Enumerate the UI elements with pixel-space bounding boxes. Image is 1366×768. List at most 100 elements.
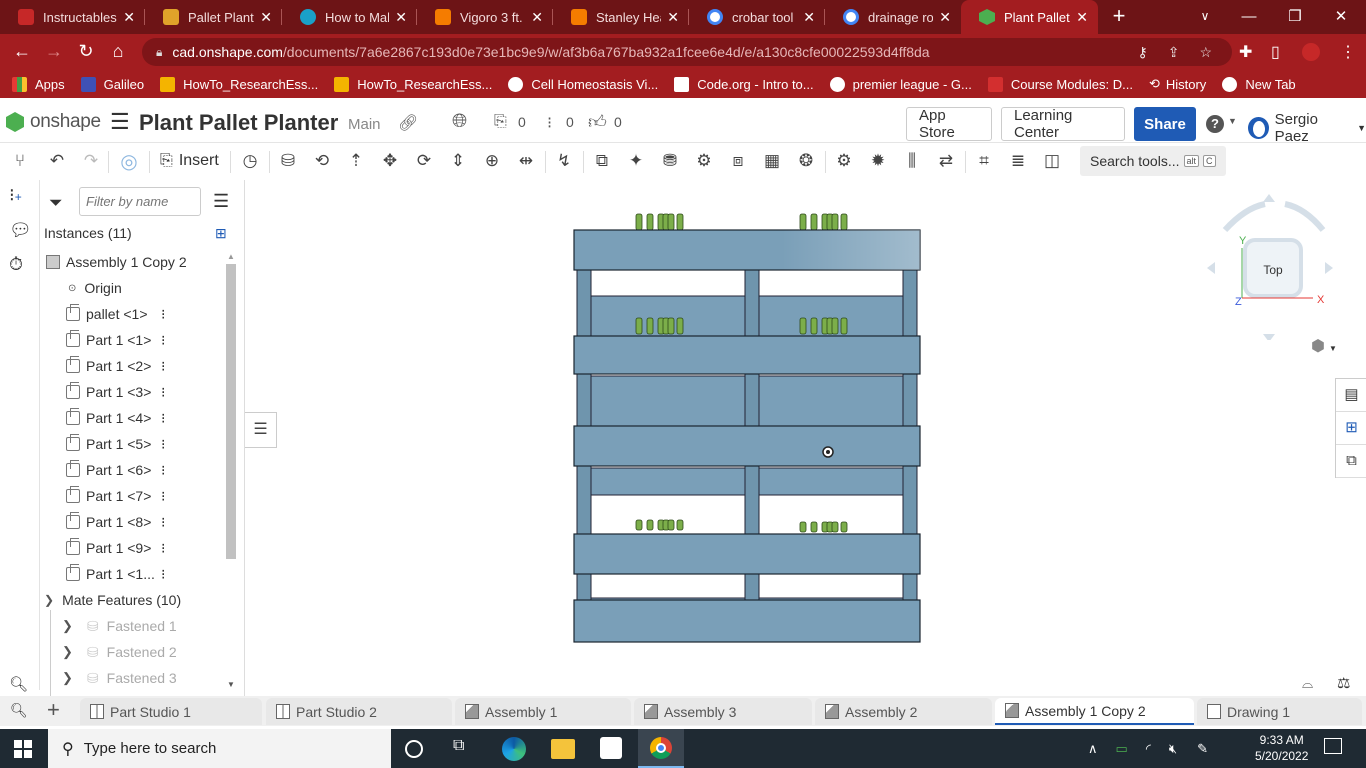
side-panel-icon[interactable]: ▯: [1271, 42, 1280, 62]
learning-center-button[interactable]: Learning Center: [1001, 107, 1125, 141]
parallel-mate-icon[interactable]: ⇹: [515, 151, 537, 171]
home-button[interactable]: ⌂: [106, 41, 130, 62]
chevron-right-icon[interactable]: ❯: [62, 644, 73, 660]
mate-connector-icon[interactable]: ⁝: [161, 332, 166, 349]
mate-features-heading[interactable]: ❯ Mate Features (10): [44, 587, 181, 613]
bookmark-star-icon[interactable]: ☆: [1199, 44, 1212, 61]
notifications-icon[interactable]: [1324, 738, 1342, 754]
origin-item[interactable]: ⊙ Origin: [68, 275, 122, 301]
view-cube[interactable]: Top Y X Z ⬢ ▼: [1205, 190, 1337, 355]
tangent-mate-icon[interactable]: ↯: [553, 151, 575, 171]
new-tab-button[interactable]: +: [1096, 0, 1142, 32]
mate-panel-icon[interactable]: ⧉: [1336, 445, 1366, 478]
document-tab[interactable]: Assembly 3: [634, 698, 812, 725]
mate-connector-icon[interactable]: ⁝: [161, 306, 166, 323]
mate-connector-icon[interactable]: ⁝: [161, 384, 166, 401]
fastened-mate-icon[interactable]: ⛁: [277, 151, 299, 171]
pallet-planter-model[interactable]: [565, 200, 965, 670]
bom-icon[interactable]: ≣: [1007, 151, 1029, 171]
close-tab-icon[interactable]: ✕: [1076, 9, 1088, 26]
mate-connector-icon[interactable]: ⁝: [161, 566, 166, 583]
replicate-icon[interactable]: ⧈: [727, 151, 749, 171]
bookmark-item[interactable]: Code.org - Intro to...: [674, 76, 814, 92]
chevron-right-icon[interactable]: ❯: [62, 618, 73, 634]
onshape-logo[interactable]: onshape: [6, 111, 101, 133]
close-tab-icon[interactable]: ✕: [395, 9, 407, 26]
share-page-icon[interactable]: ⇪: [1168, 44, 1180, 61]
document-tab[interactable]: Assembly 1: [455, 698, 631, 725]
mate-connector-icon[interactable]: ⁝: [161, 462, 166, 479]
close-tab-icon[interactable]: ✕: [939, 9, 951, 26]
bookmark-item[interactable]: HowTo_ResearchEss...: [334, 76, 492, 92]
add-tab-button[interactable]: +: [47, 697, 60, 723]
link-icon[interactable]: 🔗︎: [398, 113, 418, 133]
undo-icon[interactable]: ↶: [46, 151, 68, 171]
key-icon[interactable]: ⚷: [1137, 44, 1147, 61]
document-tab[interactable]: Part Studio 2: [266, 698, 452, 725]
feature-list-icon[interactable]: ⑂: [9, 151, 31, 171]
browser-tab-active[interactable]: Plant Pallet Pl✕: [961, 0, 1098, 34]
gear-relation-2-icon[interactable]: ⚙: [833, 151, 855, 171]
instance-item[interactable]: Part 1 <3> ⁝: [66, 379, 166, 405]
regenerate-icon[interactable]: ◎: [118, 149, 140, 174]
close-tab-icon[interactable]: ✕: [260, 9, 272, 26]
redo-icon[interactable]: ↷: [80, 151, 102, 171]
branches-icon[interactable]: ⁝: [547, 113, 552, 133]
mate-connector-icon[interactable]: ⁝: [161, 540, 166, 557]
instance-item[interactable]: Part 1 <4> ⁝: [66, 405, 166, 431]
linear-relation-icon[interactable]: ⇄: [935, 151, 957, 171]
branch-label[interactable]: Main: [348, 116, 381, 133]
instance-item[interactable]: Part 1 <7> ⁝: [66, 483, 166, 509]
like-icon[interactable]: 👍︎: [588, 111, 607, 133]
browser-tab[interactable]: Stanley Heavy✕: [553, 0, 689, 34]
revolute-mate-icon[interactable]: ⟲: [311, 151, 333, 171]
tab-search-icon[interactable]: 🔍︎: [10, 702, 28, 719]
wifi-icon[interactable]: ◜: [1146, 741, 1151, 757]
bookmark-history[interactable]: ⟲ History: [1149, 76, 1206, 92]
pattern-icon[interactable]: ▦: [761, 151, 783, 171]
cylindrical-mate-icon[interactable]: ⟳: [413, 151, 435, 171]
microsoft-store-icon[interactable]: [600, 737, 622, 759]
mate-connector-icon[interactable]: ✦: [625, 151, 647, 171]
restore-button[interactable]: ❐: [1272, 0, 1318, 32]
windows-start-button[interactable]: [14, 740, 32, 758]
mate-connector-icon[interactable]: ⁝: [161, 436, 166, 453]
close-tab-icon[interactable]: ✕: [667, 9, 679, 26]
insert-button[interactable]: ⎘ Insert: [160, 152, 219, 170]
browser-tab[interactable]: Vigoro 3 ft. x✕: [417, 0, 553, 34]
public-globe-icon[interactable]: 🌐︎: [452, 111, 467, 133]
screw-relation-icon[interactable]: ⫼: [901, 151, 923, 171]
slider-mate-icon[interactable]: ⇡: [345, 151, 367, 171]
instance-item[interactable]: Part 1 <5> ⁝: [66, 431, 166, 457]
minimize-button[interactable]: —: [1226, 0, 1272, 32]
expand-panel-icon[interactable]: ☰: [245, 412, 277, 448]
chrome-menu-icon[interactable]: ⋮: [1340, 42, 1356, 62]
document-title[interactable]: Plant Pallet Planter: [139, 110, 338, 136]
document-tab[interactable]: Assembly 2: [815, 698, 992, 725]
edge-icon[interactable]: [502, 737, 526, 761]
add-mate-connector-icon[interactable]: ⁝+: [9, 185, 22, 206]
stopwatch-icon[interactable]: ⏱︎: [9, 254, 23, 275]
versions-icon[interactable]: ⎘: [494, 113, 507, 131]
view-cube-graphic[interactable]: Top Y X Z: [1205, 190, 1335, 342]
comments-icon[interactable]: 💬︎: [9, 220, 32, 241]
search-parts-icon[interactable]: 🔍︎: [9, 675, 28, 693]
rack-pinion-icon[interactable]: ✹: [867, 151, 889, 171]
mate-connector-icon[interactable]: ⁝: [161, 358, 166, 375]
explode-icon[interactable]: ❂: [795, 151, 817, 171]
mate-feature-item[interactable]: ❯ ⛁ Fastened 2: [62, 639, 177, 665]
graphics-viewport[interactable]: ☰ Top Y X Z ⬢ ▼ ▤ ⊞ ⧉ ⌓ ⚖: [245, 180, 1366, 696]
view-options-cube-icon[interactable]: ⬢ ▼: [1311, 336, 1337, 356]
user-menu[interactable]: Sergio Paez ▼: [1248, 111, 1366, 145]
instance-item[interactable]: Part 1 <9> ⁝: [66, 535, 166, 561]
help-icon[interactable]: ?: [1206, 115, 1224, 133]
bookmark-new-tab[interactable]: New Tab: [1222, 76, 1296, 92]
browser-tab[interactable]: crobar tool - ✕: [689, 0, 825, 34]
measure-tape-icon[interactable]: ⌓: [1302, 675, 1313, 692]
pin-slot-mate-icon[interactable]: ⇕: [447, 151, 469, 171]
file-explorer-icon[interactable]: [551, 739, 575, 759]
extensions-icon[interactable]: ✚: [1239, 42, 1252, 62]
browser-tab[interactable]: drainage rock✕: [825, 0, 961, 34]
bookmark-item[interactable]: Course Modules: D...: [987, 76, 1133, 92]
panel-scrollbar[interactable]: ▲ ▼: [225, 250, 237, 690]
